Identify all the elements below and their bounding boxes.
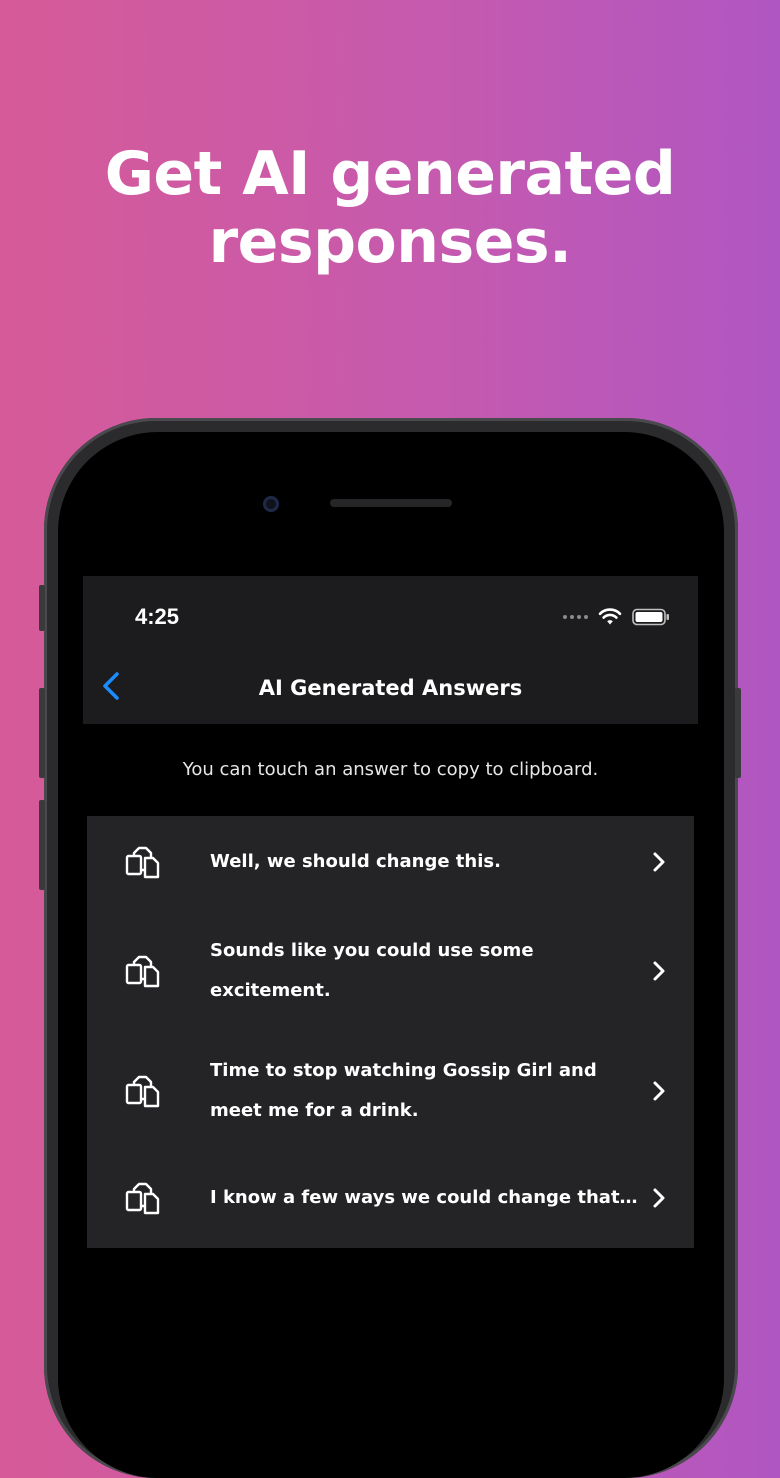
headline-line-2: responses. <box>208 207 572 277</box>
copy-icon <box>125 846 160 879</box>
promo-headline: Get AI generated responses. <box>0 140 780 276</box>
chevron-right-icon <box>653 1188 665 1208</box>
nav-title: AI Generated Answers <box>258 676 523 700</box>
phone-power-button <box>735 688 741 778</box>
earpiece-speaker <box>330 499 452 507</box>
answer-text: I know a few ways we could change that..… <box>210 1187 640 1208</box>
status-time: 4:25 <box>135 604 180 629</box>
headline-line-1: Get AI generated <box>104 139 676 209</box>
copy-icon <box>125 955 160 988</box>
phone-volume-down <box>39 800 45 890</box>
wifi-icon <box>598 608 622 625</box>
phone-volume-up <box>39 688 45 778</box>
chevron-right-icon <box>653 852 665 872</box>
phone-screen: 4:25 AI Generated Answers You can touch … <box>83 576 698 1387</box>
signal-icon <box>563 615 588 619</box>
answer-row-4[interactable]: I know a few ways we could change that..… <box>87 1148 694 1248</box>
answer-row-2[interactable]: Sounds like you could use some excitemen… <box>87 908 694 1034</box>
phone-silent-switch <box>39 585 45 631</box>
battery-icon <box>632 608 669 626</box>
answer-text: Time to stop watching Gossip Girl and me… <box>210 1060 597 1121</box>
answers-list: Well, we should change this. Sounds like… <box>87 816 694 1248</box>
top-bar: 4:25 AI Generated Answers <box>83 576 698 724</box>
answer-text: Well, we should change this. <box>210 851 501 872</box>
answer-row-3[interactable]: Time to stop watching Gossip Girl and me… <box>87 1034 694 1148</box>
answer-text: Sounds like you could use some excitemen… <box>210 940 534 1001</box>
chevron-right-icon <box>653 961 665 981</box>
status-icons <box>563 608 670 626</box>
copy-icon <box>125 1182 160 1215</box>
clipboard-hint: You can touch an answer to copy to clipb… <box>87 724 694 816</box>
chevron-right-icon <box>653 1081 665 1101</box>
copy-icon <box>125 1075 160 1108</box>
answer-row-1[interactable]: Well, we should change this. <box>87 816 694 908</box>
front-camera <box>263 496 279 512</box>
